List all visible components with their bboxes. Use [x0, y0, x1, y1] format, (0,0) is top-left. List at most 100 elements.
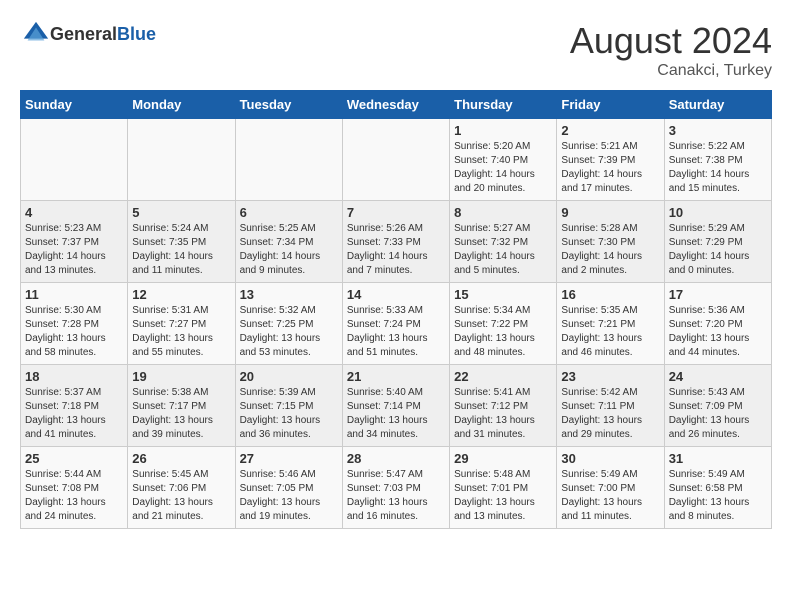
day-number: 16: [561, 287, 659, 302]
day-number: 15: [454, 287, 552, 302]
day-number: 1: [454, 123, 552, 138]
location-subtitle: Canakci, Turkey: [570, 62, 772, 80]
table-row: [342, 119, 449, 201]
table-row: [128, 119, 235, 201]
day-info: Sunrise: 5:31 AMSunset: 7:27 PMDaylight:…: [132, 304, 230, 360]
calendar-week-row: 4 Sunrise: 5:23 AMSunset: 7:37 PMDaylight…: [21, 201, 772, 283]
day-info: Sunrise: 5:32 AMSunset: 7:25 PMDaylight:…: [240, 304, 338, 360]
day-number: 17: [669, 287, 767, 302]
col-friday: Friday: [557, 91, 664, 119]
day-info: Sunrise: 5:36 AMSunset: 7:20 PMDaylight:…: [669, 304, 767, 360]
day-info: Sunrise: 5:44 AMSunset: 7:08 PMDaylight:…: [25, 468, 123, 524]
table-row: 5 Sunrise: 5:24 AMSunset: 7:35 PMDaylight…: [128, 201, 235, 283]
day-info: Sunrise: 5:34 AMSunset: 7:22 PMDaylight:…: [454, 304, 552, 360]
day-info: Sunrise: 5:20 AMSunset: 7:40 PMDaylight:…: [454, 140, 552, 196]
table-row: 30 Sunrise: 5:49 AMSunset: 7:00 PMDayligh…: [557, 447, 664, 529]
table-row: 4 Sunrise: 5:23 AMSunset: 7:37 PMDaylight…: [21, 201, 128, 283]
table-row: 11 Sunrise: 5:30 AMSunset: 7:28 PMDayligh…: [21, 283, 128, 365]
day-info: Sunrise: 5:49 AMSunset: 6:58 PMDaylight:…: [669, 468, 767, 524]
table-row: 22Sunrise: 5:41 AMSunset: 7:12 PMDayligh…: [450, 365, 557, 447]
day-info: Sunrise: 5:35 AMSunset: 7:21 PMDaylight:…: [561, 304, 659, 360]
day-number: 10: [669, 205, 767, 220]
day-info: Sunrise: 5:23 AMSunset: 7:37 PMDaylight:…: [25, 222, 123, 278]
day-number: 12: [132, 287, 230, 302]
day-info: Sunrise: 5:26 AMSunset: 7:33 PMDaylight:…: [347, 222, 445, 278]
table-row: 2Sunrise: 5:21 AMSunset: 7:39 PMDaylight…: [557, 119, 664, 201]
day-info: Sunrise: 5:29 AMSunset: 7:29 PMDaylight:…: [669, 222, 767, 278]
day-info: Sunrise: 5:42 AMSunset: 7:11 PMDaylight:…: [561, 386, 659, 442]
title-area: August 2024 Canakci, Turkey: [570, 20, 772, 80]
logo: GeneralBlue: [20, 20, 156, 48]
day-number: 2: [561, 123, 659, 138]
page-header: GeneralBlue August 2024 Canakci, Turkey: [20, 20, 772, 80]
col-wednesday: Wednesday: [342, 91, 449, 119]
day-info: Sunrise: 5:38 AMSunset: 7:17 PMDaylight:…: [132, 386, 230, 442]
table-row: 7 Sunrise: 5:26 AMSunset: 7:33 PMDaylight…: [342, 201, 449, 283]
table-row: 27 Sunrise: 5:46 AMSunset: 7:05 PMDayligh…: [235, 447, 342, 529]
day-number: 20: [240, 369, 338, 384]
table-row: [21, 119, 128, 201]
logo-general: General: [50, 24, 117, 44]
day-number: 4: [25, 205, 123, 220]
day-info: Sunrise: 5:47 AMSunset: 7:03 PMDaylight:…: [347, 468, 445, 524]
table-row: [235, 119, 342, 201]
day-info: Sunrise: 5:33 AMSunset: 7:24 PMDaylight:…: [347, 304, 445, 360]
day-info: Sunrise: 5:37 AMSunset: 7:18 PMDaylight:…: [25, 386, 123, 442]
day-number: 3: [669, 123, 767, 138]
day-number: 25: [25, 451, 123, 466]
day-info: Sunrise: 5:46 AMSunset: 7:05 PMDaylight:…: [240, 468, 338, 524]
table-row: 18 Sunrise: 5:37 AMSunset: 7:18 PMDayligh…: [21, 365, 128, 447]
table-row: 3 Sunrise: 5:22 AMSunset: 7:38 PMDaylight…: [664, 119, 771, 201]
day-info: Sunrise: 5:22 AMSunset: 7:38 PMDaylight:…: [669, 140, 767, 196]
calendar-week-row: 11 Sunrise: 5:30 AMSunset: 7:28 PMDayligh…: [21, 283, 772, 365]
day-info: Sunrise: 5:49 AMSunset: 7:00 PMDaylight:…: [561, 468, 659, 524]
day-number: 6: [240, 205, 338, 220]
table-row: 25 Sunrise: 5:44 AMSunset: 7:08 PMDayligh…: [21, 447, 128, 529]
calendar-week-row: 1 Sunrise: 5:20 AMSunset: 7:40 PMDaylight…: [21, 119, 772, 201]
day-number: 21: [347, 369, 445, 384]
table-row: 15 Sunrise: 5:34 AMSunset: 7:22 PMDayligh…: [450, 283, 557, 365]
day-info: Sunrise: 5:24 AMSunset: 7:35 PMDaylight:…: [132, 222, 230, 278]
day-info: Sunrise: 5:27 AMSunset: 7:32 PMDaylight:…: [454, 222, 552, 278]
day-number: 30: [561, 451, 659, 466]
day-info: Sunrise: 5:30 AMSunset: 7:28 PMDaylight:…: [25, 304, 123, 360]
table-row: 24 Sunrise: 5:43 AMSunset: 7:09 PMDayligh…: [664, 365, 771, 447]
table-row: 29Sunrise: 5:48 AMSunset: 7:01 PMDayligh…: [450, 447, 557, 529]
table-row: 21Sunrise: 5:40 AMSunset: 7:14 PMDayligh…: [342, 365, 449, 447]
table-row: 26 Sunrise: 5:45 AMSunset: 7:06 PMDayligh…: [128, 447, 235, 529]
col-saturday: Saturday: [664, 91, 771, 119]
table-row: 31Sunrise: 5:49 AMSunset: 6:58 PMDayligh…: [664, 447, 771, 529]
day-number: 9: [561, 205, 659, 220]
calendar-header-row: Sunday Monday Tuesday Wednesday Thursday…: [21, 91, 772, 119]
logo-icon: [22, 20, 50, 48]
day-number: 8: [454, 205, 552, 220]
calendar-week-row: 18 Sunrise: 5:37 AMSunset: 7:18 PMDayligh…: [21, 365, 772, 447]
day-info: Sunrise: 5:43 AMSunset: 7:09 PMDaylight:…: [669, 386, 767, 442]
table-row: 17 Sunrise: 5:36 AMSunset: 7:20 PMDayligh…: [664, 283, 771, 365]
day-number: 7: [347, 205, 445, 220]
day-number: 11: [25, 287, 123, 302]
table-row: 14 Sunrise: 5:33 AMSunset: 7:24 PMDayligh…: [342, 283, 449, 365]
day-number: 14: [347, 287, 445, 302]
day-number: 19: [132, 369, 230, 384]
day-info: Sunrise: 5:39 AMSunset: 7:15 PMDaylight:…: [240, 386, 338, 442]
day-number: 13: [240, 287, 338, 302]
day-number: 26: [132, 451, 230, 466]
day-number: 5: [132, 205, 230, 220]
day-info: Sunrise: 5:45 AMSunset: 7:06 PMDaylight:…: [132, 468, 230, 524]
day-number: 28: [347, 451, 445, 466]
calendar-week-row: 25 Sunrise: 5:44 AMSunset: 7:08 PMDayligh…: [21, 447, 772, 529]
col-thursday: Thursday: [450, 91, 557, 119]
day-number: 23: [561, 369, 659, 384]
table-row: 9 Sunrise: 5:28 AMSunset: 7:30 PMDaylight…: [557, 201, 664, 283]
day-number: 27: [240, 451, 338, 466]
table-row: 1 Sunrise: 5:20 AMSunset: 7:40 PMDaylight…: [450, 119, 557, 201]
day-number: 18: [25, 369, 123, 384]
day-info: Sunrise: 5:28 AMSunset: 7:30 PMDaylight:…: [561, 222, 659, 278]
table-row: 20 Sunrise: 5:39 AMSunset: 7:15 PMDayligh…: [235, 365, 342, 447]
day-info: Sunrise: 5:48 AMSunset: 7:01 PMDaylight:…: [454, 468, 552, 524]
day-number: 24: [669, 369, 767, 384]
table-row: 23 Sunrise: 5:42 AMSunset: 7:11 PMDayligh…: [557, 365, 664, 447]
day-info: Sunrise: 5:25 AMSunset: 7:34 PMDaylight:…: [240, 222, 338, 278]
table-row: 16 Sunrise: 5:35 AMSunset: 7:21 PMDayligh…: [557, 283, 664, 365]
